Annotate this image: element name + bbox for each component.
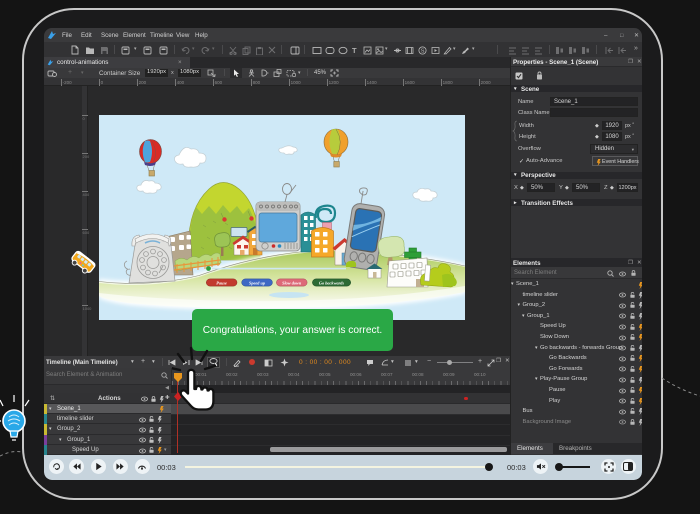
svg-text:Pause: Pause xyxy=(216,280,227,285)
svg-text:Go backwards: Go backwards xyxy=(319,280,345,285)
svg-text:S: S xyxy=(421,48,425,54)
svg-text:Slow down: Slow down xyxy=(282,280,302,285)
svg-text:Speed up: Speed up xyxy=(249,280,266,285)
